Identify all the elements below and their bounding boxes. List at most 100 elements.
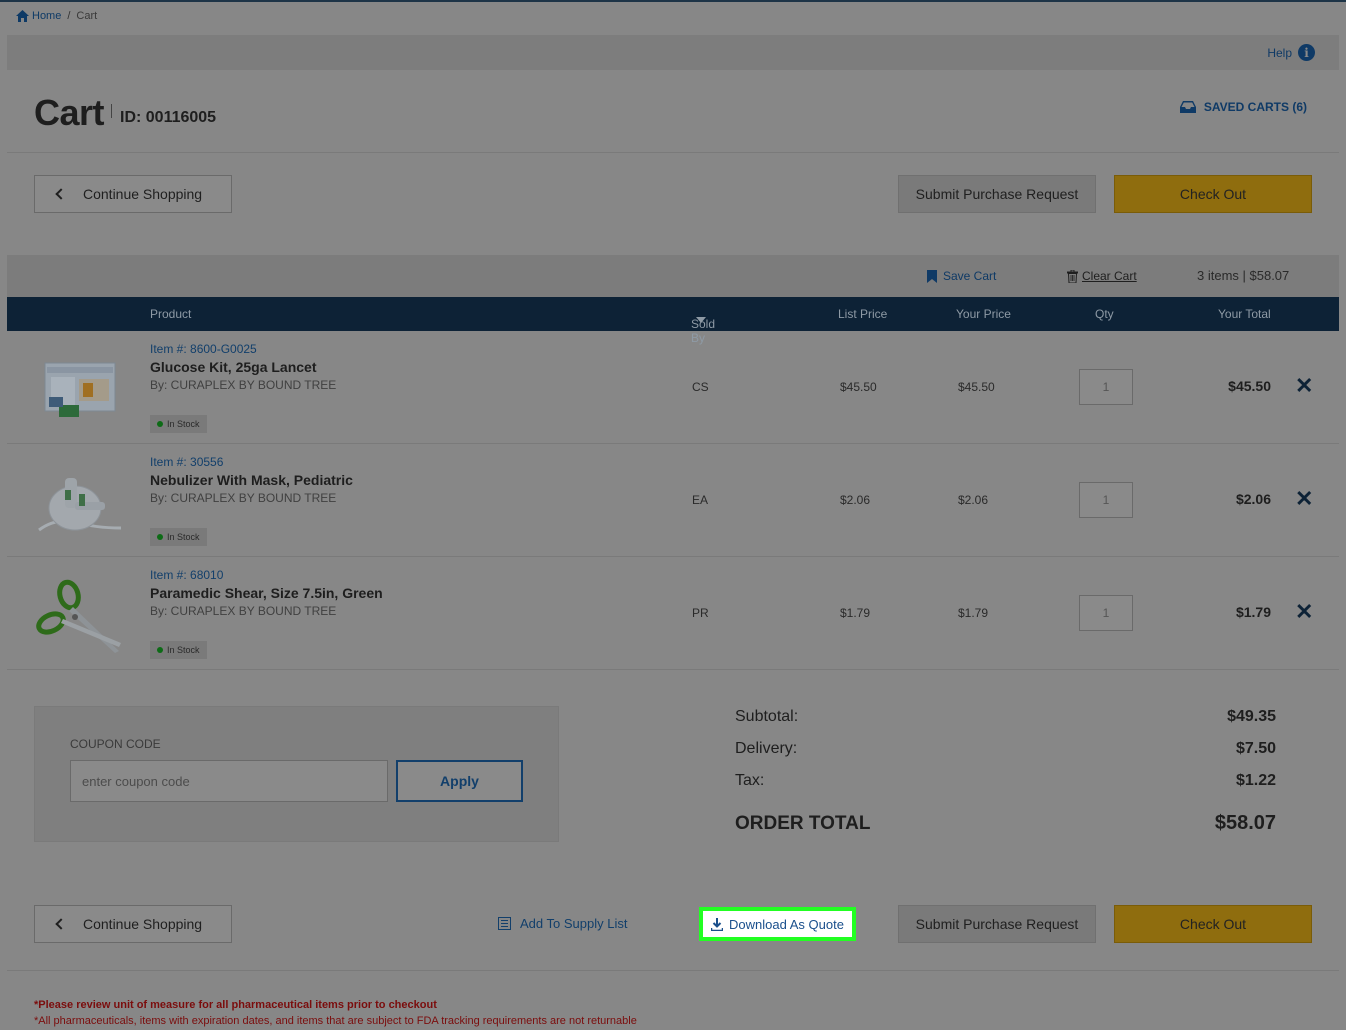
product-image[interactable]: [35, 345, 125, 427]
submit-purchase-request-button-top[interactable]: Submit Purchase Request: [898, 175, 1096, 213]
cart-id: ID: 00116005: [120, 109, 217, 126]
product-brand: By: CURAPLEX BY BOUND TREE: [150, 604, 337, 618]
coupon-label: COUPON CODE: [70, 737, 161, 751]
coupon-panel: COUPON CODE enter coupon code Apply: [34, 706, 559, 842]
line-total-value: $1.79: [1235, 604, 1271, 620]
subtotal-value: $49.35: [1227, 708, 1276, 725]
product-brand: By: CURAPLEX BY BOUND TREE: [150, 491, 337, 505]
apply-coupon-button[interactable]: Apply: [396, 760, 523, 802]
unit-of-measure-note: *Please review unit of measure for all p…: [34, 999, 437, 1011]
order-total-label: ORDER TOTAL: [735, 813, 871, 834]
product-name[interactable]: Glucose Kit, 25ga Lancet: [150, 359, 317, 375]
divider: [7, 152, 1339, 153]
list-price-value: $1.79: [840, 606, 871, 620]
in-stock-dot-icon: [157, 647, 163, 653]
line-total-value: $45.50: [1228, 378, 1271, 394]
column-qty: Qty: [1095, 307, 1114, 321]
cart-toolbar: Save Cart Clear Cart 3 items | $58.07: [7, 255, 1339, 297]
stock-badge: In Stock: [150, 415, 207, 433]
stock-label: In Stock: [167, 645, 200, 655]
continue-shopping-label: Continue Shopping: [83, 916, 203, 932]
in-stock-dot-icon: [157, 534, 163, 540]
stock-badge: In Stock: [150, 641, 207, 659]
saved-carts-label[interactable]: SAVED CARTS (6): [1204, 100, 1307, 114]
download-as-quote-label[interactable]: Download As Quote: [729, 917, 844, 932]
check-out-button-bottom[interactable]: Check Out: [1114, 905, 1312, 943]
clear-cart-link[interactable]: Clear Cart: [1067, 269, 1137, 283]
product-name[interactable]: Nebulizer With Mask, Pediatric: [150, 472, 353, 488]
remove-item-icon[interactable]: ✕: [1295, 488, 1313, 510]
breadcrumb-current: Cart: [76, 10, 98, 22]
breadcrumb-home[interactable]: Home: [16, 10, 61, 22]
your-price-value: $2.06: [958, 493, 989, 507]
sold-by-value: EA: [692, 493, 709, 507]
table-row: Item #: 68010 Paramedic Shear, Size 7.5i…: [7, 557, 1339, 670]
product-name[interactable]: Paramedic Shear, Size 7.5in, Green: [150, 585, 383, 601]
cart-summary: 3 items | $58.07: [1197, 268, 1290, 283]
help-bar: Help i: [7, 35, 1339, 70]
remove-item-icon[interactable]: ✕: [1295, 375, 1313, 397]
top-border: [0, 0, 1346, 2]
help-link[interactable]: Help i: [1267, 44, 1315, 61]
bookmark-icon: [927, 269, 937, 283]
delivery-label: Delivery:: [735, 740, 798, 757]
clear-cart-label[interactable]: Clear Cart: [1082, 269, 1137, 283]
product-image[interactable]: [35, 571, 125, 653]
quantity-input[interactable]: 1: [1079, 595, 1133, 631]
save-cart-link[interactable]: Save Cart: [927, 269, 996, 283]
product-brand: By: CURAPLEX BY BOUND TREE: [150, 378, 337, 392]
caret-down-icon[interactable]: [696, 317, 706, 323]
line-total-value: $2.06: [1235, 491, 1271, 507]
order-total-value: $58.07: [1214, 812, 1276, 834]
breadcrumb: Home / Cart: [16, 10, 97, 22]
subtotal-label: Subtotal:: [735, 708, 799, 725]
add-to-supply-list-link[interactable]: Add To Supply List: [498, 916, 627, 931]
list-icon: [498, 917, 511, 930]
page-title: Cart: [34, 92, 105, 133]
download-icon: [711, 917, 724, 931]
info-icon[interactable]: i: [1298, 44, 1315, 61]
breadcrumb-home-label[interactable]: Home: [32, 10, 61, 22]
item-number-link[interactable]: Item #: 30556: [150, 455, 223, 469]
list-price-value: $45.50: [840, 380, 877, 394]
quantity-input[interactable]: 1: [1079, 482, 1133, 518]
saved-carts-link[interactable]: SAVED CARTS (6): [1179, 100, 1307, 114]
help-label[interactable]: Help: [1267, 46, 1292, 60]
in-stock-dot-icon: [157, 421, 163, 427]
your-price-value: $45.50: [958, 380, 995, 394]
table-row: Item #: 30556 Nebulizer With Mask, Pedia…: [7, 444, 1339, 557]
trash-icon: [1067, 269, 1078, 283]
add-to-supply-list-label[interactable]: Add To Supply List: [520, 916, 627, 931]
save-cart-label[interactable]: Save Cart: [943, 269, 996, 283]
product-image[interactable]: [35, 458, 125, 540]
tax-label: Tax:: [735, 772, 765, 789]
item-number-link[interactable]: Item #: 8600-G0025: [150, 342, 257, 356]
download-as-quote-button[interactable]: Download As Quote: [699, 907, 856, 941]
table-row: Item #: 8600-G0025 Glucose Kit, 25ga Lan…: [7, 331, 1339, 444]
stock-label: In Stock: [167, 532, 200, 542]
continue-shopping-label: Continue Shopping: [83, 186, 203, 202]
delivery-value: $7.50: [1235, 740, 1276, 757]
divider: [7, 970, 1339, 971]
coupon-input[interactable]: enter coupon code: [70, 760, 388, 802]
sold-by-value: CS: [692, 380, 709, 394]
tax-value: $1.22: [1235, 772, 1276, 789]
sold-by-value: PR: [692, 606, 709, 620]
column-your-total: Your Total: [1218, 307, 1271, 321]
stock-badge: In Stock: [150, 528, 207, 546]
table-header: Product Sold By List Price Your Price Qt…: [7, 297, 1339, 345]
chevron-left-icon: [55, 188, 67, 200]
title-divider: [111, 104, 112, 118]
item-number-link[interactable]: Item #: 68010: [150, 568, 223, 582]
column-product: Product: [150, 307, 192, 321]
quantity-input[interactable]: 1: [1079, 369, 1133, 405]
inbox-icon: [1179, 101, 1196, 113]
continue-shopping-button-bottom[interactable]: Continue Shopping: [34, 905, 232, 943]
continue-shopping-button-top[interactable]: Continue Shopping: [34, 175, 232, 213]
your-price-value: $1.79: [958, 606, 989, 620]
column-your-price: Your Price: [956, 307, 1011, 321]
returns-policy-note: *All pharmaceuticals, items with expirat…: [34, 1015, 637, 1027]
remove-item-icon[interactable]: ✕: [1295, 601, 1313, 623]
submit-purchase-request-button-bottom[interactable]: Submit Purchase Request: [898, 905, 1096, 943]
check-out-button-top[interactable]: Check Out: [1114, 175, 1312, 213]
